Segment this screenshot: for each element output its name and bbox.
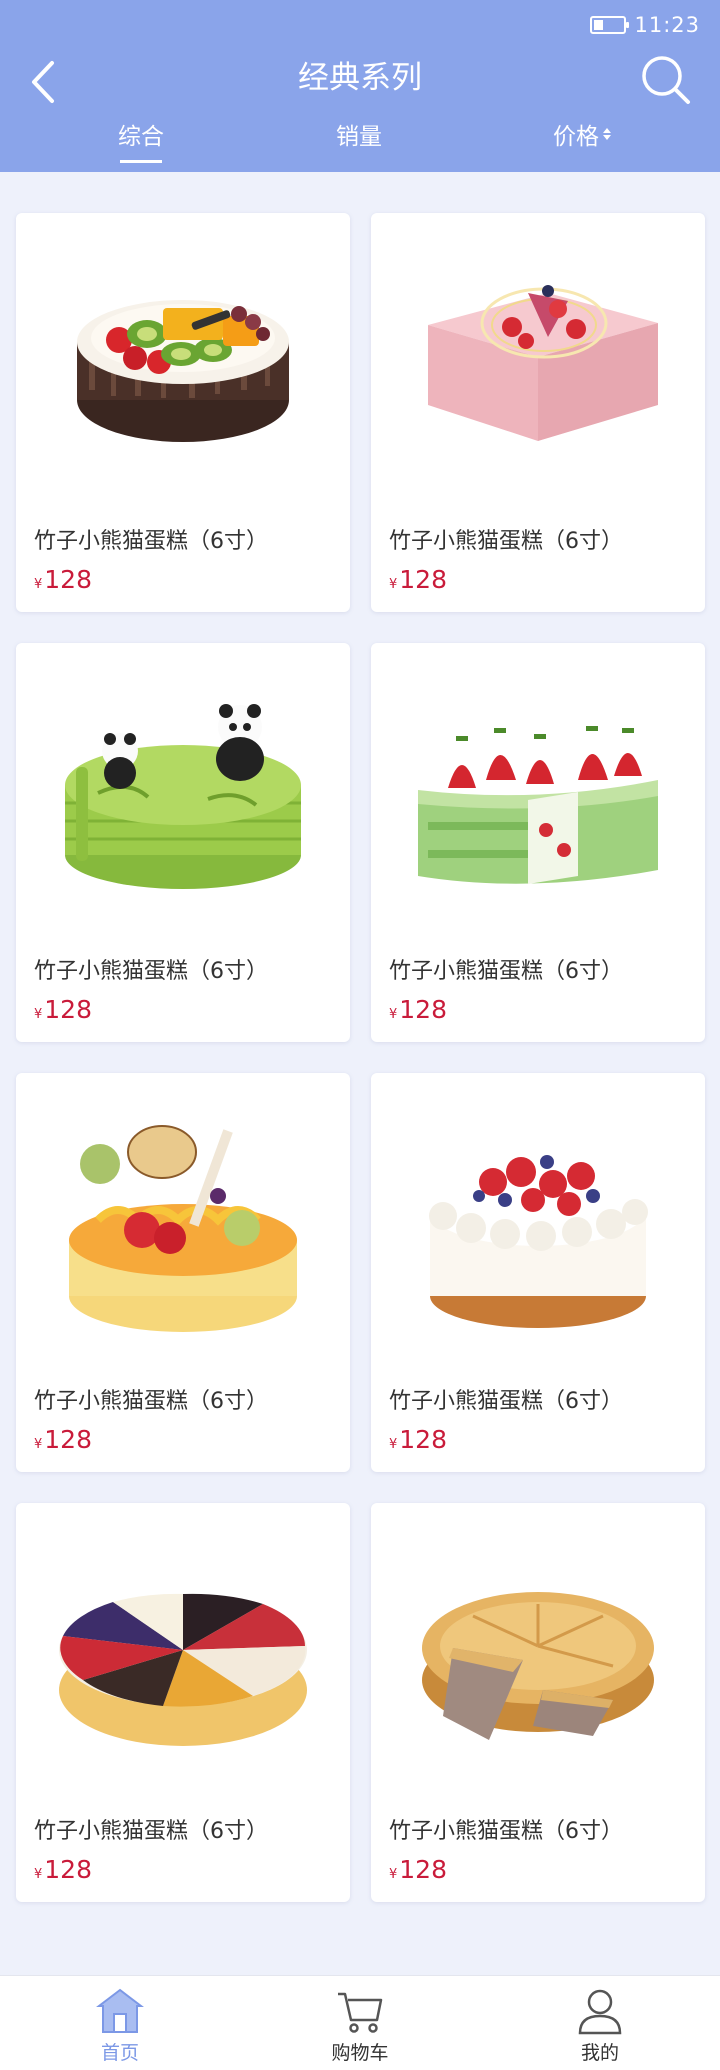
product-card[interactable]: 竹子小熊猫蛋糕（6寸） ¥128 — [16, 1073, 350, 1472]
product-price: ¥128 — [389, 995, 447, 1024]
battery-icon — [590, 16, 630, 34]
product-card[interactable]: 竹子小熊猫蛋糕（6寸） ¥128 — [16, 213, 350, 612]
page-title: 经典系列 — [298, 60, 422, 96]
active-tab-indicator — [120, 160, 162, 163]
currency-symbol: ¥ — [34, 1867, 43, 1882]
cart-icon — [338, 1992, 383, 2033]
product-grid: 竹子小熊猫蛋糕（6寸） ¥128 竹子小熊猫蛋糕（6寸） ¥128 竹子小熊猫蛋… — [16, 213, 705, 1902]
home-icon — [96, 1988, 144, 2033]
berry-cream-cake-image — [391, 1095, 685, 1345]
product-price: ¥128 — [389, 1855, 447, 1884]
product-name: 竹子小熊猫蛋糕（6寸） — [389, 529, 623, 554]
product-price: ¥128 — [34, 995, 92, 1024]
product-price: ¥128 — [34, 1855, 92, 1884]
currency-symbol: ¥ — [34, 577, 43, 592]
currency-symbol: ¥ — [389, 1437, 398, 1452]
currency-symbol: ¥ — [389, 1007, 398, 1022]
nav-label: 我的 — [580, 2042, 619, 2064]
panda-matcha-cake-image — [36, 665, 330, 915]
price-value: 128 — [399, 1425, 447, 1454]
currency-symbol: ¥ — [34, 1437, 43, 1452]
price-value: 128 — [399, 995, 447, 1024]
product-price: ¥128 — [34, 1425, 92, 1454]
product-price: ¥128 — [389, 1425, 447, 1454]
nav-home[interactable]: 首页 — [0, 1976, 240, 2070]
sort-tabs: 综合 销量 价格 — [0, 117, 720, 163]
product-card[interactable]: 竹子小熊猫蛋糕（6寸） ¥128 — [16, 1503, 350, 1902]
header-bar: 11:23 经典系列 综合 销量 价格 — [0, 0, 720, 172]
strawberry-matcha-slice-image — [391, 665, 685, 915]
price-value: 128 — [44, 995, 92, 1024]
price-value: 128 — [399, 1855, 447, 1884]
nav-label: 首页 — [100, 2042, 139, 2064]
price-value: 128 — [44, 565, 92, 594]
currency-symbol: ¥ — [389, 577, 398, 592]
product-card[interactable]: 竹子小熊猫蛋糕（6寸） ¥128 — [371, 1503, 705, 1902]
pink-square-cake-image — [391, 235, 685, 485]
product-card[interactable]: 竹子小熊猫蛋糕（6寸） ¥128 — [371, 1073, 705, 1472]
tab-label: 综合 — [118, 124, 164, 150]
currency-symbol: ¥ — [34, 1007, 43, 1022]
tab-comprehensive[interactable]: 综合 — [118, 117, 164, 163]
nav-profile[interactable]: 我的 — [480, 1976, 720, 2070]
product-name: 竹子小熊猫蛋糕（6寸） — [34, 1389, 268, 1414]
price-value: 128 — [44, 1855, 92, 1884]
product-name: 竹子小熊猫蛋糕（6寸） — [34, 1819, 268, 1844]
search-button[interactable] — [640, 54, 692, 106]
nav-cart[interactable]: 购物车 — [240, 1976, 480, 2070]
meat-pie-image — [391, 1525, 685, 1775]
tab-sales[interactable]: 销量 — [336, 117, 382, 151]
product-name: 竹子小熊猫蛋糕（6寸） — [389, 959, 623, 984]
product-card[interactable]: 竹子小熊猫蛋糕（6寸） ¥128 — [16, 643, 350, 1042]
product-price: ¥128 — [34, 565, 92, 594]
product-name: 竹子小熊猫蛋糕（6寸） — [389, 1819, 623, 1844]
tab-label: 价格 — [553, 124, 599, 150]
search-icon — [642, 56, 690, 104]
currency-symbol: ¥ — [389, 1867, 398, 1882]
product-name: 竹子小熊猫蛋糕（6寸） — [34, 529, 268, 554]
product-name: 竹子小熊猫蛋糕（6寸） — [389, 1389, 623, 1414]
user-icon — [578, 1989, 622, 2035]
product-price: ¥128 — [389, 565, 447, 594]
product-card[interactable]: 竹子小熊猫蛋糕（6寸） ¥128 — [371, 643, 705, 1042]
happy-birthday-cake-image — [36, 1095, 330, 1345]
assorted-slice-cake-image — [36, 1525, 330, 1775]
fruit-cake-image — [36, 235, 330, 485]
product-card[interactable]: 竹子小熊猫蛋糕（6寸） ¥128 — [371, 213, 705, 612]
nav-label: 购物车 — [331, 2042, 389, 2064]
bottom-nav: 首页 购物车 我的 — [0, 1975, 720, 2070]
price-value: 128 — [399, 565, 447, 594]
status-time: 11:23 — [634, 13, 700, 37]
status-bar: 11:23 — [590, 13, 700, 37]
product-name: 竹子小熊猫蛋糕（6寸） — [34, 959, 268, 984]
tab-price[interactable]: 价格 — [553, 117, 611, 151]
price-value: 128 — [44, 1425, 92, 1454]
sort-arrows-icon — [603, 128, 611, 140]
tab-label: 销量 — [336, 124, 382, 150]
